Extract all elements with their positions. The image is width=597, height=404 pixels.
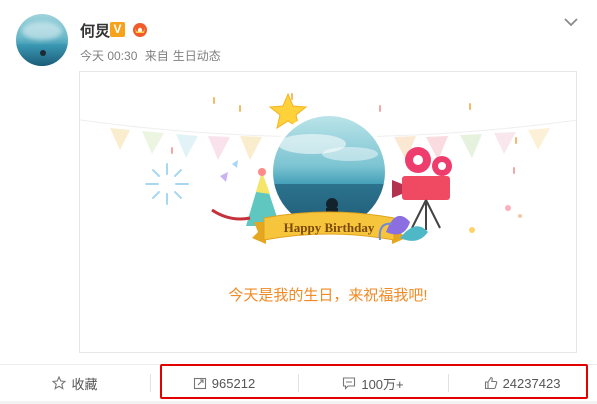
highlight-box	[160, 364, 588, 399]
post-time[interactable]: 今天 00:30	[80, 49, 137, 63]
happy-birthday-ribbon: Happy Birthday	[252, 211, 406, 244]
banner-text: Happy Birthday	[284, 220, 375, 235]
star-outline-icon	[52, 376, 67, 390]
birthday-message: 今天是我的生日，来祝福我吧!	[228, 287, 428, 304]
favorite-button[interactable]: 收藏	[0, 365, 150, 401]
birthday-card-media[interactable]: Happy Birthday 今天是我的生日，来祝福我吧!	[79, 71, 577, 353]
source-prefix: 来自	[144, 49, 169, 63]
weibo-post-card: 何炅 V 今天 00:30 来自 生日动态 Happy Birthday 今天是…	[0, 0, 597, 404]
birthday-illustration: Happy Birthday	[80, 92, 576, 244]
avatar[interactable]	[16, 14, 68, 66]
post-meta: 今天 00:30 来自 生日动态	[80, 47, 225, 64]
verified-badge-icon: V	[110, 22, 125, 37]
chevron-down-icon[interactable]	[563, 14, 579, 30]
membership-crown-icon	[133, 23, 147, 37]
sparkle-burst-left	[145, 163, 189, 205]
favorite-label: 收藏	[71, 376, 98, 392]
post-source[interactable]: 生日动态	[173, 49, 221, 63]
username[interactable]: 何炅	[80, 20, 110, 41]
